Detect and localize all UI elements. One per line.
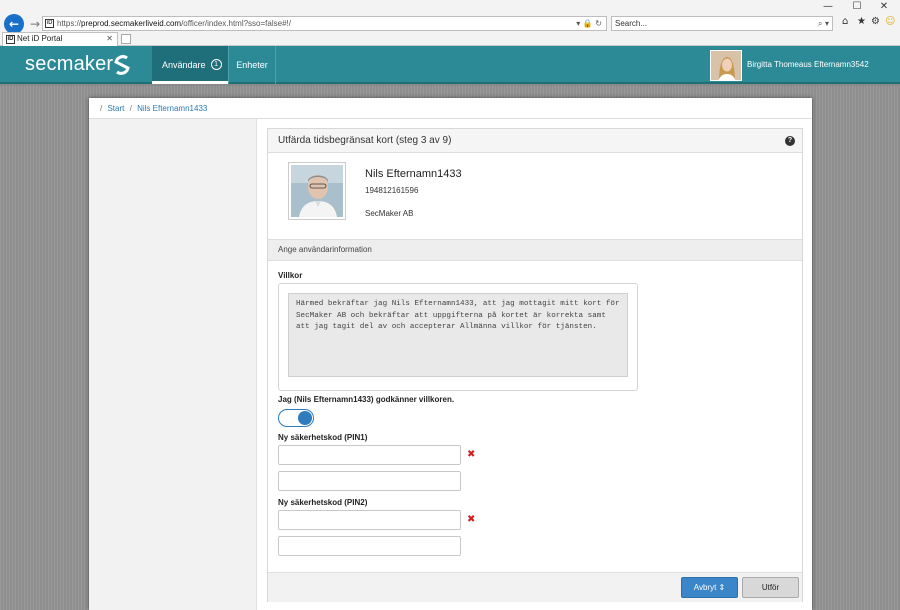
brand-logo[interactable]: secmaker	[25, 53, 113, 76]
back-arrow-icon[interactable]: ←	[4, 14, 24, 34]
users-count-badge: 1	[210, 59, 222, 71]
terms-label: Villkor	[278, 271, 303, 280]
pin1-invalid-icon: ✖	[467, 449, 476, 460]
person-profile: Nils Efternamn1433 194812161596 SecMaker…	[268, 153, 802, 239]
nav-users-label: Användare	[162, 60, 206, 70]
wizard-footer: Avbryt ⇕ Utför	[268, 572, 802, 602]
search-icon[interactable]: ⌕	[818, 19, 822, 28]
breadcrumb-user-link[interactable]: Nils Efternamn1433	[137, 104, 207, 113]
home-icon[interactable]: ⌂	[842, 16, 848, 27]
wizard-title: Utfärda tidsbegränsat kort (steg 3 av 9)	[278, 135, 452, 146]
window-titlebar: — ☐ ✕	[0, 0, 900, 14]
tab-favicon-icon: iD	[6, 35, 15, 44]
person-name: Nils Efternamn1433	[365, 168, 462, 180]
person-photo	[288, 162, 346, 220]
dropdown-icon[interactable]: ▾	[576, 19, 580, 28]
url-path: /officer/index.html?sso=false#!/	[181, 19, 291, 28]
pin2-invalid-icon: ✖	[467, 514, 476, 525]
pin1-confirm-input[interactable]	[278, 471, 461, 491]
site-favicon-icon: iD	[45, 19, 54, 28]
terms-container: Härmed bekräftar jag Nils Efternamn1433,…	[278, 283, 638, 391]
pin2-input[interactable]	[278, 510, 461, 530]
help-icon[interactable]: ?	[785, 136, 795, 146]
accept-terms-label: Jag (Nils Efternamn1433) godkänner villk…	[278, 395, 455, 404]
nav-tab-units[interactable]: Enheter	[228, 46, 276, 84]
address-bar[interactable]: iD https://preprod.secmakerliveid.com/of…	[42, 16, 607, 31]
toggle-knob	[298, 411, 312, 425]
new-tab-button[interactable]	[121, 34, 131, 44]
execute-button[interactable]: Utför	[742, 577, 799, 598]
browser-chrome: — ☐ ✕ ← → iD https://preprod.secmakerliv…	[0, 0, 900, 46]
breadcrumb-separator: /	[100, 104, 103, 113]
browser-tab[interactable]: iD Net iD Portal ✕	[2, 32, 118, 46]
browser-search-input[interactable]: Search... ⌕ ▾	[611, 16, 833, 31]
refresh-icon[interactable]: ↻	[595, 19, 602, 28]
search-placeholder: Search...	[615, 19, 648, 28]
maximize-button[interactable]: ☐	[847, 1, 867, 13]
address-bar-icons: ▾ 🔒 ↻	[576, 17, 602, 30]
wizard-panel: Utfärda tidsbegränsat kort (steg 3 av 9)…	[267, 128, 803, 602]
section-header: Ange användarinformation	[268, 239, 802, 261]
user-avatar	[710, 50, 742, 81]
nav-tab-users[interactable]: Användare 1	[152, 46, 228, 84]
user-name: Birgitta Thomeaus Efternamn3542	[747, 60, 869, 69]
url-prefix: https://	[57, 19, 82, 28]
tab-close-icon[interactable]: ✕	[106, 33, 113, 45]
favorites-star-icon[interactable]: ★	[857, 16, 866, 27]
pin2-confirm-input[interactable]	[278, 536, 461, 556]
pin1-input[interactable]	[278, 445, 461, 465]
breadcrumb: / Start / Nils Efternamn1433	[97, 104, 207, 113]
close-window-button[interactable]: ✕	[874, 1, 894, 13]
left-sidebar	[89, 119, 257, 610]
breadcrumb-start-link[interactable]: Start	[107, 104, 124, 113]
lock-icon[interactable]: 🔒	[583, 19, 593, 28]
settings-gear-icon[interactable]: ⚙	[871, 16, 880, 27]
person-organization: SecMaker AB	[365, 209, 414, 218]
pin2-label: Ny säkerhetskod (PIN2)	[278, 498, 368, 507]
secmaker-logo-icon	[114, 55, 130, 75]
smiley-feedback-icon[interactable]: ☺	[885, 16, 895, 27]
wizard-header: Utfärda tidsbegränsat kort (steg 3 av 9)…	[268, 129, 802, 153]
tab-row: iD Net iD Portal ✕	[0, 32, 900, 46]
minimize-button[interactable]: —	[818, 1, 838, 13]
address-row: ← → iD https://preprod.secmakerliveid.co…	[0, 14, 900, 34]
search-dropdown-icon[interactable]: ▾	[825, 19, 829, 28]
pin1-label: Ny säkerhetskod (PIN1)	[278, 433, 368, 442]
main-card: / Start / Nils Efternamn1433 Utfärda tid…	[89, 98, 812, 610]
accept-terms-toggle[interactable]	[278, 409, 314, 427]
person-personal-number: 194812161596	[365, 186, 419, 195]
tab-title: Net iD Portal	[17, 34, 63, 43]
app-header: secmaker Användare 1 Enheter Birgitta Tho…	[0, 46, 900, 84]
url-host: preprod.secmakerliveid.com	[81, 19, 182, 28]
terms-text[interactable]: Härmed bekräftar jag Nils Efternamn1433,…	[288, 293, 628, 377]
cancel-button[interactable]: Avbryt ⇕	[681, 577, 738, 598]
search-icons: ⌕ ▾	[818, 17, 829, 30]
breadcrumb-separator: /	[129, 104, 132, 113]
